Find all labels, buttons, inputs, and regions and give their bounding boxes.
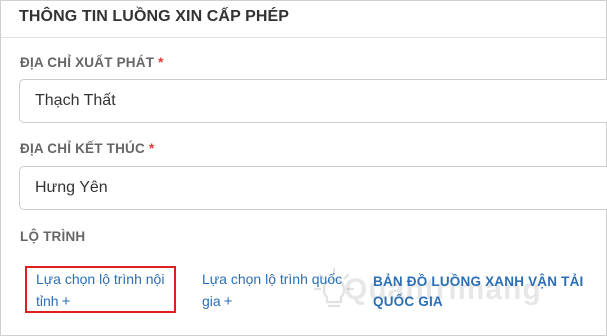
start-address-input[interactable]: Thạch Thất — [19, 79, 607, 123]
national-route-link[interactable]: Lựa chọn lộ trình quốc gia + — [202, 268, 342, 313]
start-address-label-text: ĐỊA CHỈ XUẤT PHÁT — [20, 55, 155, 70]
required-marker: * — [148, 141, 155, 156]
national-route-line1: Lựa chọn lộ trình quốc — [202, 271, 343, 287]
end-address-value: Hưng Yên — [35, 179, 108, 196]
national-route-line2: gia — [202, 293, 221, 309]
end-address-label: ĐỊA CHỈ KẾT THÚC * — [20, 141, 154, 156]
map-link-line2: QUỐC GIA — [373, 294, 443, 309]
end-address-label-text: ĐỊA CHỈ KẾT THÚC — [20, 141, 145, 156]
section-title: THÔNG TIN LUỒNG XIN CẤP PHÉP — [19, 8, 290, 25]
route-label: LỘ TRÌNH — [20, 229, 86, 244]
required-marker: * — [158, 55, 164, 70]
permit-route-form: THÔNG TIN LUỒNG XIN CẤP PHÉP ĐỊA CHỈ XUẤ… — [0, 0, 607, 336]
plus-icon: + — [223, 293, 233, 310]
highlight-box — [25, 266, 176, 313]
green-route-map-link[interactable]: BẢN ĐỒ LUỒNG XANH VẬN TẢI QUỐC GIA — [373, 272, 584, 312]
section-header: THÔNG TIN LUỒNG XIN CẤP PHÉP — [1, 1, 606, 38]
start-address-value: Thạch Thất — [35, 92, 116, 109]
end-address-input[interactable]: Hưng Yên — [19, 166, 607, 210]
start-address-label: ĐỊA CHỈ XUẤT PHÁT * — [20, 55, 164, 70]
map-link-line1: BẢN ĐỒ LUỒNG XANH VẬN TẢI — [373, 274, 584, 289]
